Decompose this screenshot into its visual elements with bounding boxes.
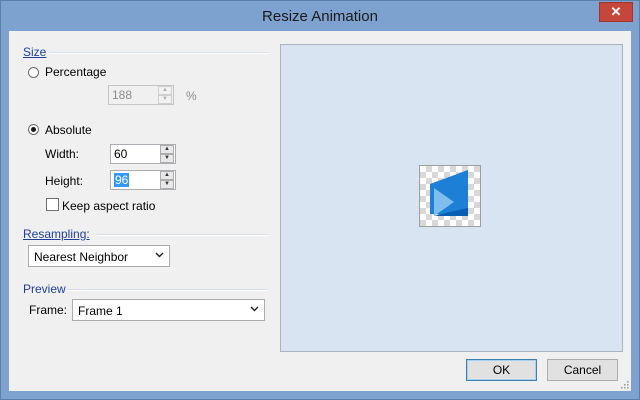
- width-up-button[interactable]: ▲: [160, 145, 174, 154]
- percentage-value: 188: [112, 88, 133, 102]
- size-group-label: Size: [23, 45, 47, 59]
- frame-selected: Frame 1: [78, 304, 123, 318]
- preview-thumbnail: [419, 165, 481, 227]
- percentage-up-button[interactable]: ▲: [158, 86, 172, 95]
- chevron-down-icon: [250, 306, 259, 312]
- absolute-label[interactable]: Absolute: [45, 123, 92, 137]
- chevron-down-icon: [155, 252, 164, 258]
- resampling-group-label: Resampling:: [23, 227, 90, 241]
- play-triangle-icon: [430, 170, 468, 216]
- percentage-label[interactable]: Percentage: [45, 65, 106, 79]
- height-label: Height:: [45, 174, 84, 188]
- percentage-stepper[interactable]: 188 ▲ ▼: [108, 85, 174, 105]
- width-down-button[interactable]: ▼: [160, 154, 174, 163]
- resize-animation-dialog: Resize Animation ✕ Size Percentage 188 ▲…: [0, 0, 640, 400]
- size-group-divider: [49, 52, 267, 54]
- resize-grip-icon[interactable]: [619, 379, 629, 389]
- dialog-title: Resize Animation: [262, 8, 378, 25]
- absolute-radio[interactable]: [28, 124, 39, 135]
- cancel-button[interactable]: Cancel: [547, 359, 618, 381]
- frame-label: Frame:: [29, 303, 68, 317]
- dialog-client-area: Size Percentage 188 ▲ ▼ % Absolute Width…: [9, 31, 631, 391]
- ok-button[interactable]: OK: [466, 359, 537, 381]
- preview-panel: [280, 44, 623, 352]
- height-stepper[interactable]: 96 ▲ ▼: [110, 170, 176, 190]
- resampling-selected: Nearest Neighbor: [34, 250, 129, 264]
- height-value-selection: 96: [114, 173, 130, 187]
- preview-group-label: Preview: [23, 282, 66, 296]
- frame-dropdown[interactable]: Frame 1: [72, 299, 265, 321]
- width-stepper[interactable]: 60 ▲ ▼: [110, 144, 176, 164]
- width-value[interactable]: 60: [114, 147, 127, 161]
- keep-aspect-label[interactable]: Keep aspect ratio: [62, 199, 155, 213]
- percentage-down-button[interactable]: ▼: [158, 95, 172, 104]
- height-value[interactable]: 96: [114, 173, 130, 187]
- title-bar[interactable]: Resize Animation ✕: [1, 1, 639, 31]
- resampling-group-divider: [97, 234, 267, 236]
- keep-aspect-checkbox[interactable]: [46, 198, 59, 211]
- close-button[interactable]: ✕: [599, 2, 633, 22]
- preview-group-divider: [67, 289, 267, 291]
- percentage-radio[interactable]: [28, 67, 39, 78]
- height-down-button[interactable]: ▼: [160, 180, 174, 189]
- width-label: Width:: [45, 147, 80, 161]
- percent-unit-label: %: [186, 89, 197, 103]
- resampling-dropdown[interactable]: Nearest Neighbor: [28, 245, 170, 267]
- height-up-button[interactable]: ▲: [160, 171, 174, 180]
